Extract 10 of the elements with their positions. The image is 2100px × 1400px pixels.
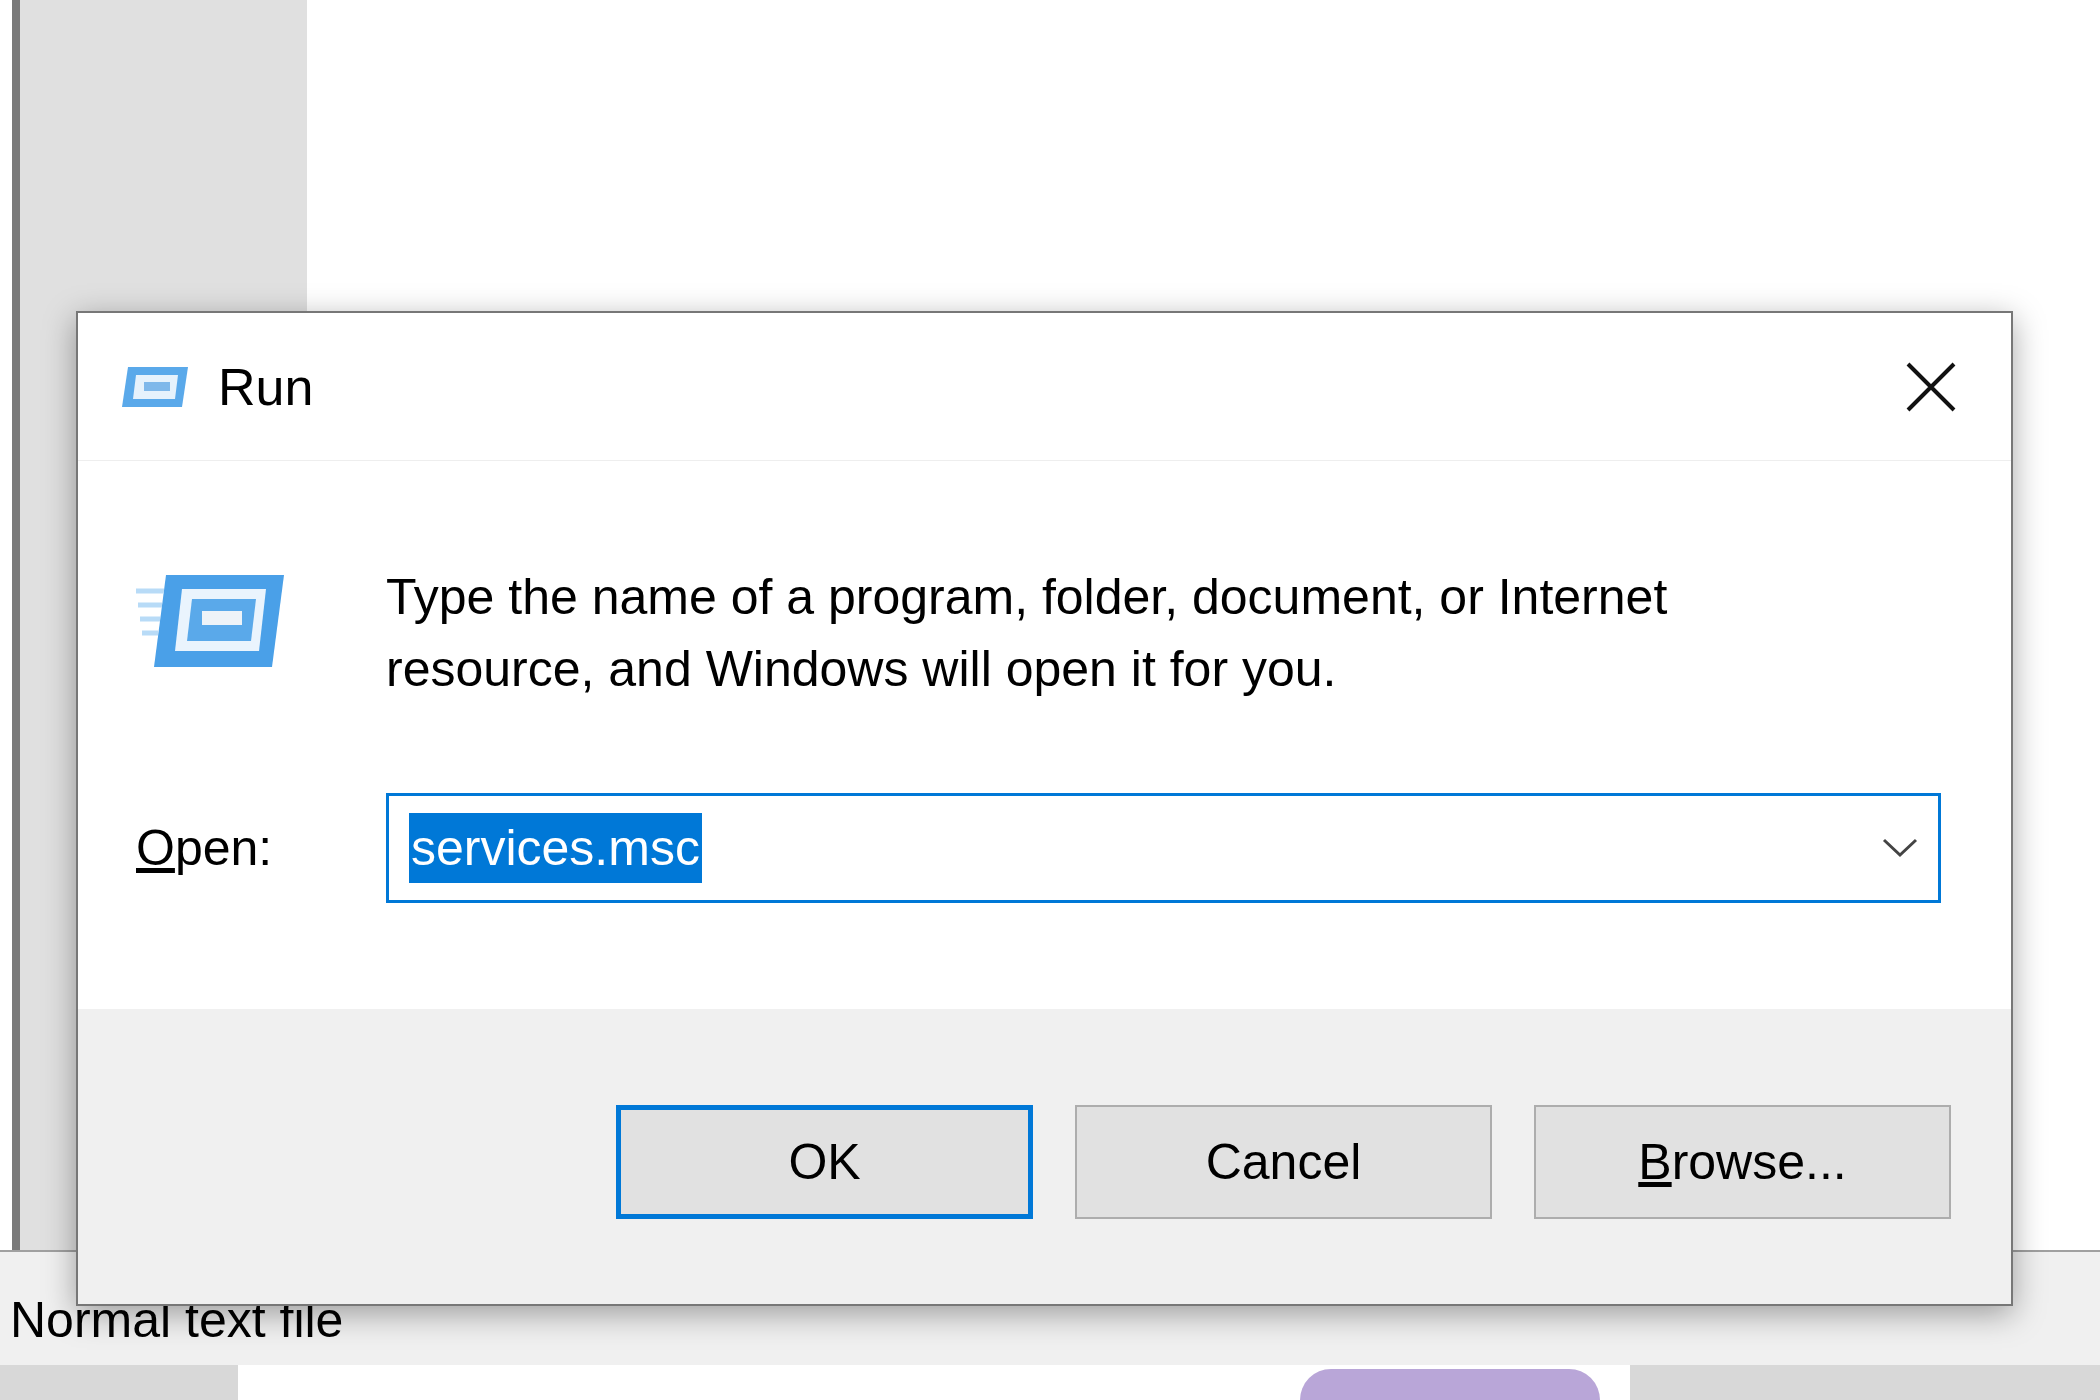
open-label: Open: [136, 818, 274, 878]
input-text: services.msc [409, 813, 702, 883]
dialog-button[interactable]: Browse... [1534, 1105, 1951, 1219]
dialog-button[interactable]: OK [616, 1105, 1033, 1219]
instruction-text: Type the name of a program, folder, document, or Internet resource, and Windows will open it for you. [386, 568, 1669, 699]
dropdown-caret-icon[interactable] [1882, 838, 1918, 858]
dialog-button[interactable]: Cancel [1075, 1105, 1492, 1219]
open-combobox[interactable]: services.msc [386, 793, 1941, 903]
window-title: Run [218, 356, 314, 418]
close-icon [1905, 360, 1957, 413]
